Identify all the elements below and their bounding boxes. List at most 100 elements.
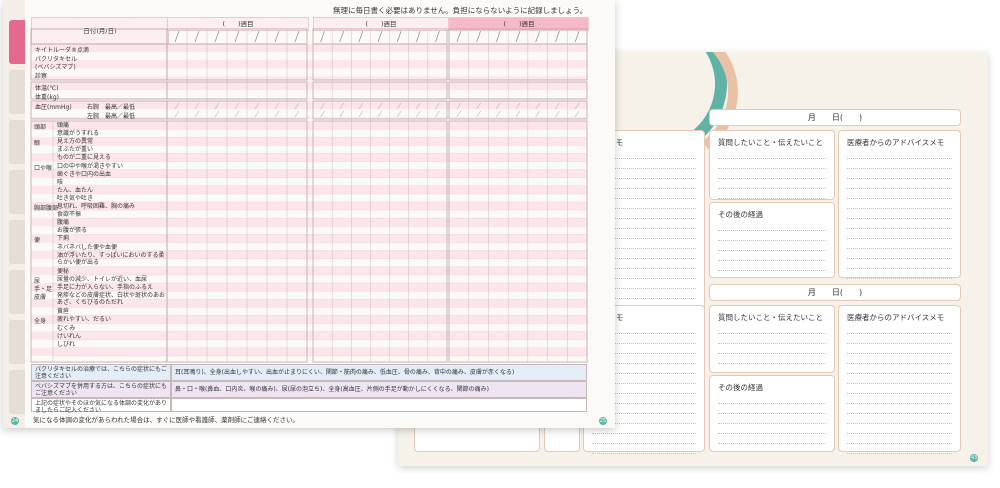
ruled-line	[718, 149, 826, 159]
ruled-line	[847, 384, 952, 394]
symptom-item-label: 食欲不振	[57, 211, 82, 219]
note-text-other[interactable]	[171, 398, 587, 412]
ruled-line	[718, 221, 826, 231]
symptom-item-label: お腹が張る	[57, 227, 88, 235]
ruled-line	[847, 189, 952, 199]
symptom-item-label: 咳	[57, 178, 64, 186]
symptom-item-label: 口の中や喉が渇きやすい	[57, 162, 124, 170]
date-slash	[456, 30, 462, 43]
ruled-line	[718, 344, 826, 354]
ruled-line	[847, 229, 952, 239]
bp-slash	[339, 110, 344, 118]
bp-slash	[555, 110, 560, 118]
bp-slash	[254, 110, 260, 118]
note-label-paclitaxel: パクリタキセルの治療では、こちらの症状にもご注意ください	[31, 364, 171, 381]
symptom-item-label: けいれん	[57, 332, 82, 340]
ruled-line	[847, 434, 952, 444]
question-box[interactable]: 質問したいこと・伝えたいこと	[709, 305, 835, 373]
symptom-item-label: 息切れ、呼吸困難、胸の痛み	[57, 203, 136, 210]
symptom-record-page: 無理に毎日書く必要はありません。負担にならないように記録しましょう。 日付(月/…	[3, 0, 615, 428]
ruled-lines	[718, 324, 826, 364]
ruled-line	[718, 424, 826, 434]
ruled-line	[847, 354, 952, 364]
ruled-line	[847, 219, 952, 229]
ruled-line	[718, 434, 826, 444]
ruled-line	[847, 424, 952, 434]
row-stripe	[31, 44, 587, 53]
bp-label: 血圧(mmHg)	[35, 104, 72, 111]
bp-slash	[377, 110, 383, 118]
bp-slash	[320, 110, 325, 118]
ruled-line	[718, 324, 826, 334]
date-slash	[496, 30, 501, 43]
bp-row-label: 左腕 最高／最低	[87, 112, 136, 120]
med-label: 診察	[35, 72, 48, 80]
symptom-item-label: 黄疸	[57, 308, 70, 316]
date-slash	[476, 30, 481, 43]
ruled-line	[847, 249, 952, 259]
followup-title: その後の経過	[718, 383, 763, 392]
advice-memo-box[interactable]: 医療者からのアドバイスメモ	[838, 130, 961, 279]
page-number: 43	[970, 454, 978, 462]
ruled-line	[718, 189, 826, 199]
followup-box[interactable]: その後の経過	[709, 375, 835, 452]
advice-memo-box[interactable]: 医療者からのアドバイスメモ	[838, 305, 961, 454]
ruled-line	[592, 444, 696, 454]
ruled-line	[847, 394, 952, 404]
ruled-line	[847, 259, 952, 269]
ruled-line	[847, 404, 952, 414]
bp-slash	[476, 110, 481, 118]
ruled-lines	[847, 324, 952, 454]
note-label-other: 上記の症状やそのほか気になる体調の変化がありましたらご記入ください	[31, 398, 171, 414]
bp-slash	[396, 110, 402, 118]
ruled-line	[847, 324, 952, 334]
date-slash	[294, 30, 300, 43]
date-slash	[377, 30, 383, 43]
symptom-item-label: 腹痛	[57, 219, 70, 227]
row-stripe	[31, 82, 587, 91]
date-slash	[435, 30, 440, 43]
symptom-item-label: 歯ぐきや口内の出血	[57, 170, 112, 178]
question-box[interactable]: 質問したいこと・伝えたいこと	[709, 130, 835, 200]
symptom-category-label: 眼	[34, 140, 41, 148]
symptom-category-label: 皮膚	[34, 294, 47, 302]
date-header[interactable]: 月 日( )	[709, 109, 961, 126]
ruled-line	[847, 374, 952, 384]
footnote: 気になる体調の変化があらわれた場合は、すぐに医師や看護師、薬剤師にご連絡ください…	[33, 416, 300, 424]
row-stripe	[31, 76, 587, 80]
date-slash	[396, 30, 402, 43]
date-slash	[174, 30, 180, 43]
ruled-line	[847, 444, 952, 454]
bp-slash	[174, 110, 180, 118]
note-text-bevacizumab: 鼻・口・喉(鼻血、口内炎、喉の痛み)、尿(尿の泡立ち)、全身(高血圧、片側の手足…	[171, 381, 587, 398]
bp-slash	[294, 110, 300, 118]
symptom-category-label: 口や喉	[34, 164, 53, 172]
ruled-line	[847, 239, 952, 249]
date-slash	[339, 30, 344, 43]
date-slash	[274, 30, 280, 43]
ruled-line	[847, 199, 952, 209]
ruled-line	[718, 179, 826, 189]
symptom-item-label: 頭痛	[57, 122, 70, 129]
date-slash	[254, 30, 260, 43]
ruled-line	[847, 159, 952, 169]
symptom-item-label: 見え方の異常	[57, 138, 94, 146]
date-slash	[358, 30, 364, 43]
date-header[interactable]: 月 日( )	[709, 284, 961, 301]
bp-slash	[535, 110, 540, 118]
question-title: 質問したいこと・伝えたいこと	[718, 313, 823, 322]
note-text-paclitaxel: 耳(耳鳴り)、全身(出血しやすい、出血が止まりにくい、関節・筋肉の痛み、低血圧、…	[171, 364, 587, 381]
ruled-line	[718, 159, 826, 169]
date-slash	[194, 30, 200, 43]
symptom-category-label: 頭部	[34, 124, 47, 131]
bp-slash	[274, 110, 280, 118]
ruled-line	[718, 169, 826, 179]
bp-slash	[358, 110, 364, 118]
date-slash	[416, 30, 421, 43]
advice-memo-title: 医療者からのアドバイスメモ	[847, 313, 945, 322]
followup-box[interactable]: その後の経過	[709, 202, 835, 278]
ruled-line	[592, 434, 696, 444]
row-stripe	[31, 347, 587, 356]
ruled-line	[847, 209, 952, 219]
symptom-item-label: 尿量の減少、トイレが近い、血尿	[57, 275, 148, 283]
